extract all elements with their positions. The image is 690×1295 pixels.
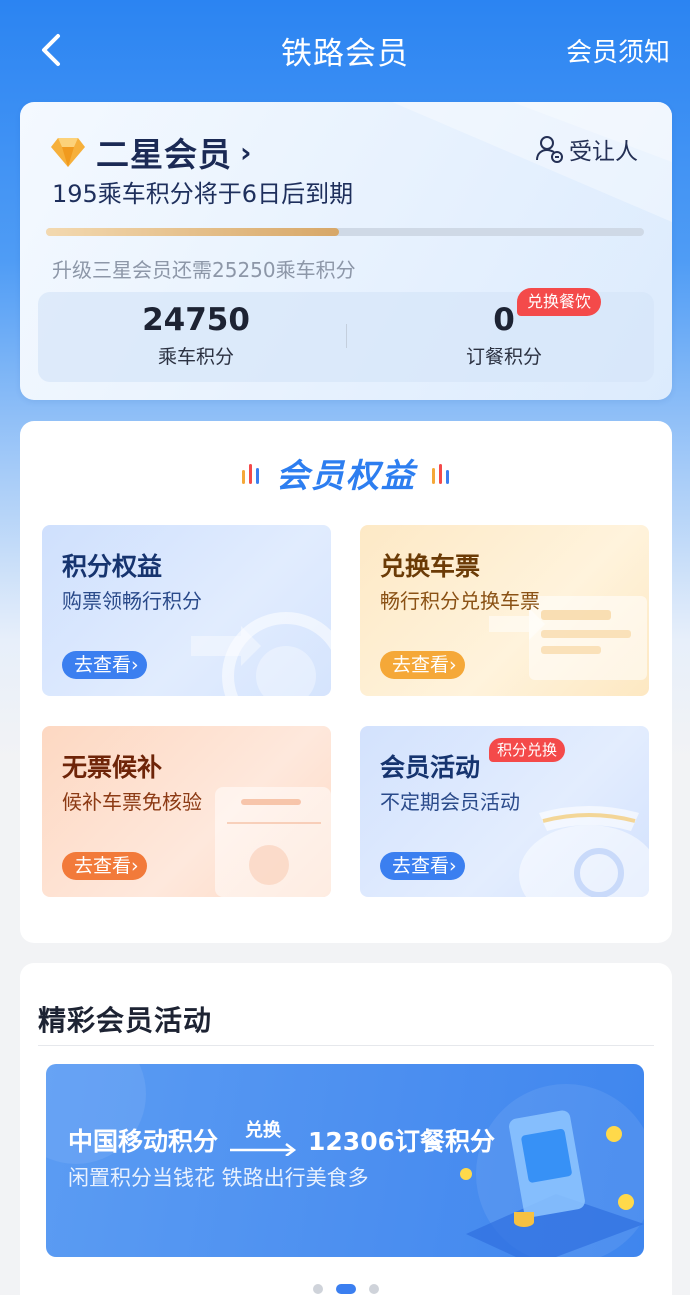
banner-background	[46, 1064, 644, 1257]
chevron-right-icon: ›	[240, 135, 252, 169]
tile-member-activities[interactable]: 会员活动 不定期会员活动 去查看› 积分兑换	[360, 726, 649, 897]
tile-title: 积分权益	[62, 552, 163, 581]
activities-card: 精彩会员活动 中国移动积分 兑换 12306订餐积分 闲置积分当钱花 铁路出行美…	[20, 963, 672, 1295]
upgrade-progress-fill	[46, 228, 340, 236]
view-button[interactable]: 去查看›	[380, 651, 465, 679]
view-button-label: 去查看	[392, 855, 450, 877]
railway-logo-icon	[191, 612, 331, 696]
ticket-card-icon	[215, 787, 331, 897]
transferee-button[interactable]: 受让人	[535, 132, 638, 166]
top-bar: 铁路会员 会员须知	[0, 0, 690, 100]
exchange-arrow-label: 兑换	[245, 1120, 282, 1141]
activities-title: 精彩会员活动	[38, 1004, 213, 1037]
view-button-label: 去查看	[392, 654, 450, 676]
exchange-arrow: 兑换	[228, 1120, 298, 1160]
benefits-title: 会员权益	[276, 456, 416, 495]
view-button[interactable]: 去查看›	[62, 852, 147, 880]
meal-points-value: 0	[493, 302, 515, 338]
upgrade-hint: 升级三星会员还需25250乘车积分	[52, 258, 356, 282]
points-exchange-badge: 积分兑换	[489, 738, 566, 762]
carousel-indicator	[20, 1278, 672, 1295]
chevron-right-icon: ›	[449, 855, 457, 877]
user-icon	[536, 136, 563, 163]
tile-title: 会员活动	[380, 753, 481, 782]
member-level-link[interactable]: 二星会员 ›	[50, 128, 252, 176]
points-summary: 24750 乘车积分 0 订餐积分 兑换餐饮	[38, 288, 654, 382]
chevron-right-icon: ›	[449, 654, 457, 676]
arrow-right-icon	[230, 1143, 297, 1156]
member-card: 二星会员 › 受让人 195乘车积分将于6日后到期 升级三星会员还需25250乘…	[20, 102, 672, 400]
benefits-card: 会员权益 积分权益 购票领畅行积分 去查看› 兑换车票 畅行积分兑换车票 去查看…	[20, 421, 672, 943]
divider	[38, 1045, 654, 1046]
activity-banner[interactable]: 中国移动积分 兑换 12306订餐积分 闲置积分当钱花 铁路出行美食多	[46, 1064, 644, 1257]
member-notice-link[interactable]: 会员须知	[566, 32, 670, 69]
benefits-header: 会员权益	[20, 449, 672, 497]
tile-title: 无票候补	[62, 753, 163, 782]
carousel-dot[interactable]	[312, 1283, 323, 1294]
tile-title: 兑换车票	[380, 552, 481, 581]
carousel-dot[interactable]	[336, 1283, 356, 1294]
meal-points-block[interactable]: 0 订餐积分	[354, 302, 654, 369]
tile-subtitle: 不定期会员活动	[380, 790, 520, 814]
tile-waitlist[interactable]: 无票候补 候补车票免核验 去查看›	[42, 726, 331, 897]
transferee-label: 受让人	[569, 139, 638, 165]
upgrade-progress-bar	[46, 228, 644, 236]
tile-subtitle: 购票领畅行积分	[62, 589, 202, 613]
ride-points-block[interactable]: 24750 乘车积分	[46, 302, 346, 369]
redeem-dining-badge[interactable]: 兑换餐饮	[517, 288, 602, 316]
banner-target-text: 12306订餐积分	[308, 1127, 495, 1156]
banner-subtitle: 闲置积分当钱花 铁路出行美食多	[68, 1166, 369, 1190]
tile-points-benefits[interactable]: 积分权益 购票领畅行积分 去查看›	[42, 525, 331, 696]
bars-left-icon	[242, 464, 259, 484]
points-divider	[346, 324, 347, 348]
member-level: 二星会员	[96, 135, 232, 174]
tile-subtitle: 畅行积分兑换车票	[380, 589, 540, 613]
banner-source-text: 中国移动积分	[68, 1127, 219, 1156]
banner-headline: 中国移动积分 兑换 12306订餐积分	[68, 1120, 495, 1160]
ride-points-value: 24750	[142, 302, 250, 338]
diamond-icon	[51, 138, 85, 167]
chevron-right-icon: ›	[131, 855, 139, 877]
meal-points-label: 订餐积分	[465, 346, 542, 368]
chevron-right-icon: ›	[131, 654, 139, 676]
money-bag-icon	[519, 806, 649, 897]
tile-exchange-tickets[interactable]: 兑换车票 畅行积分兑换车票 去查看›	[360, 525, 649, 696]
tile-subtitle: 候补车票免核验	[62, 790, 202, 814]
carousel-dot[interactable]	[369, 1283, 380, 1294]
view-button-label: 去查看	[74, 855, 132, 877]
points-expire-text: 195乘车积分将于6日后到期	[52, 180, 354, 208]
ride-points-label: 乘车积分	[157, 346, 234, 368]
view-button[interactable]: 去查看›	[380, 852, 465, 880]
view-button[interactable]: 去查看›	[62, 651, 147, 679]
bars-right-icon	[432, 464, 449, 484]
view-button-label: 去查看	[74, 654, 132, 676]
